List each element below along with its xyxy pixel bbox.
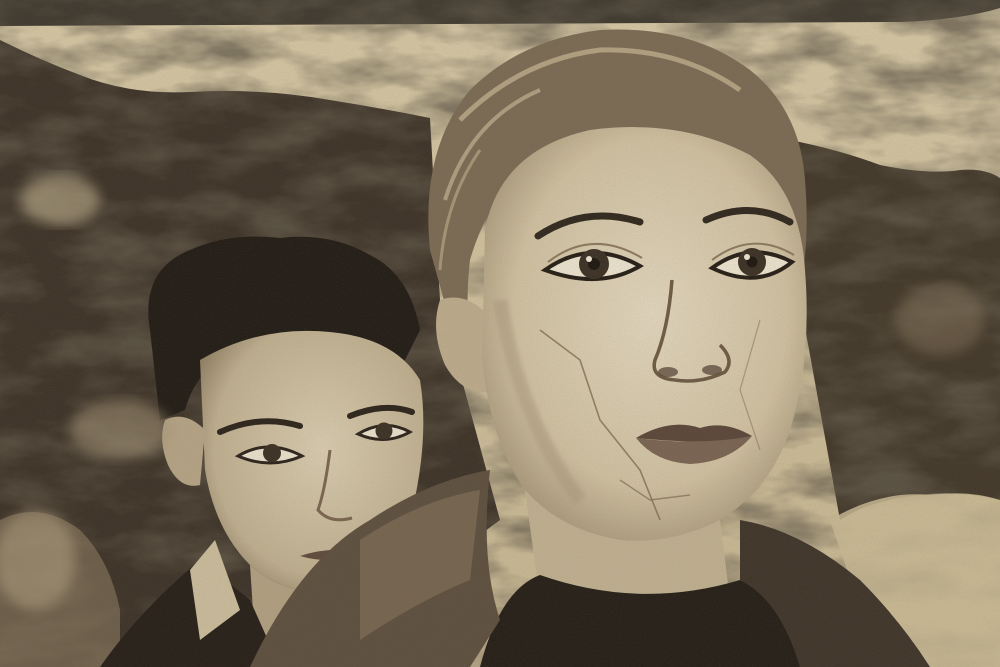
paint-grain <box>0 0 1000 667</box>
mural-illustration <box>0 0 1000 667</box>
mural-scene <box>0 0 1000 667</box>
